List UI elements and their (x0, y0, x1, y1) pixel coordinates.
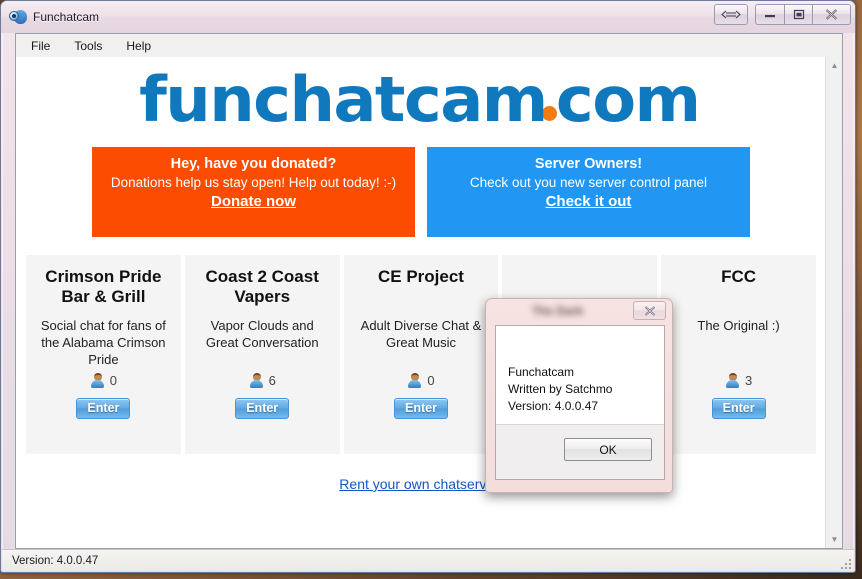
server-card-title: FCC (721, 267, 757, 286)
user-icon (90, 373, 105, 388)
user-icon (249, 373, 264, 388)
server-card-description: Social chat for fans of the Alabama Crim… (40, 318, 166, 367)
server-card[interactable]: CE Project Adult Diverse Chat & Great Mu… (343, 255, 499, 454)
user-icon (725, 373, 740, 388)
about-dialog-footer: OK (496, 424, 664, 479)
about-dialog-title: The Dark (532, 304, 584, 318)
server-card-user-count: 0 (90, 373, 117, 388)
user-count-value: 6 (268, 373, 276, 388)
donate-now-link[interactable]: Donate now (211, 193, 296, 210)
scroll-up-icon[interactable]: ▲ (826, 57, 842, 74)
enter-button[interactable]: Enter (711, 398, 766, 419)
user-count-value: 3 (744, 373, 753, 388)
site-logo: funchatcam com (16, 69, 826, 131)
server-owners-banner-subtext: Check out you new server control panel (469, 175, 708, 190)
webcam-icon (9, 8, 27, 26)
embedded-browser-area: funchatcam com Hey, have you donated? Don… (15, 57, 843, 549)
enter-button[interactable]: Enter (76, 398, 131, 419)
server-card-list: Crimson Pride Bar & Grill Social chat fo… (16, 255, 826, 454)
server-card-description: The Original :) (697, 318, 780, 333)
menu-bar: File Tools Help (15, 33, 843, 57)
about-dialog-title-bar: The Dark (486, 299, 672, 325)
enter-button[interactable]: Enter (235, 398, 290, 419)
maximize-button[interactable] (784, 4, 813, 25)
resize-grip[interactable] (839, 557, 851, 569)
server-card-description: Vapor Clouds and Great Conversation (205, 318, 319, 350)
logo-text-primary: funchatcam (138, 63, 548, 136)
status-bar: Version: 4.0.0.47 (2, 549, 854, 571)
check-it-out-link[interactable]: Check it out (546, 193, 632, 210)
menu-item-file[interactable]: File (22, 36, 59, 56)
rent-chatserver-link[interactable]: Rent your own chatserver! (339, 476, 502, 492)
server-card[interactable]: Coast 2 Coast Vapers Vapor Clouds and Gr… (184, 255, 340, 454)
server-owners-banner-heading: Server Owners! (534, 156, 643, 172)
user-count-value: 0 (427, 373, 435, 388)
menu-item-help[interactable]: Help (117, 36, 160, 56)
title-bar: Funchatcam (1, 1, 855, 33)
server-card-user-count: 0 (407, 373, 435, 388)
user-count-value: 0 (109, 373, 118, 388)
enter-button[interactable]: Enter (394, 398, 448, 419)
server-card[interactable]: FCC The Original :) 3 Enter (661, 255, 816, 454)
donate-banner[interactable]: Hey, have you donated? Donations help us… (92, 147, 415, 237)
about-dialog: The Dark Funchatcam Written by Satchmo V… (485, 298, 673, 493)
server-card-user-count: 3 (725, 373, 752, 388)
promo-banners: Hey, have you donated? Donations help us… (16, 147, 826, 237)
close-button[interactable] (813, 4, 851, 25)
about-dialog-close-button[interactable] (633, 301, 666, 320)
menu-item-tools[interactable]: Tools (65, 36, 111, 56)
server-card-title: Coast 2 Coast Vapers (205, 267, 319, 306)
donate-banner-subtext: Donations help us stay open! Help out to… (110, 175, 397, 190)
server-card-user-count: 6 (249, 373, 276, 388)
about-dialog-body: Funchatcam Written by Satchmo Version: 4… (495, 325, 665, 480)
minimize-button[interactable] (755, 4, 784, 25)
web-page: funchatcam com Hey, have you donated? Don… (16, 57, 826, 548)
ok-button[interactable]: OK (564, 438, 652, 461)
logo-text-secondary: com (555, 63, 701, 136)
window-controls (714, 4, 851, 25)
application-window: Funchatcam File Tools Help funchatcam co… (0, 0, 856, 573)
server-card-description: Adult Diverse Chat & Great Music (360, 318, 482, 350)
vertical-scrollbar[interactable]: ▲ ▼ (825, 57, 842, 548)
about-dialog-text: Funchatcam Written by Satchmo Version: 4… (508, 365, 613, 413)
server-owners-banner[interactable]: Server Owners! Check out you new server … (427, 147, 750, 237)
user-icon (407, 373, 422, 388)
server-card-title: CE Project (378, 267, 464, 286)
server-card[interactable]: Crimson Pride Bar & Grill Social chat fo… (26, 255, 181, 454)
server-card-title: Crimson Pride Bar & Grill (45, 267, 162, 306)
window-title: Funchatcam (33, 10, 100, 24)
resize-arrows-icon[interactable] (714, 4, 748, 25)
donate-banner-heading: Hey, have you donated? (170, 156, 337, 172)
status-version-text: Version: 4.0.0.47 (12, 554, 99, 567)
rent-server-section: Rent your own chatserver! (16, 476, 826, 494)
scroll-down-icon[interactable]: ▼ (826, 531, 842, 548)
